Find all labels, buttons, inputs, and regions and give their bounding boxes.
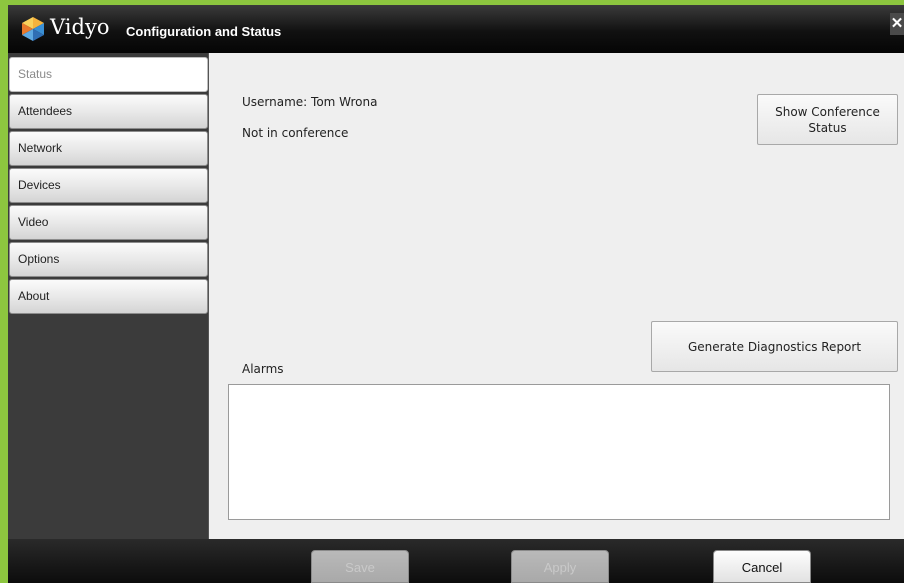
apply-button[interactable]: Apply: [511, 550, 609, 583]
footer-bar: Save Apply Cancel: [8, 539, 904, 583]
alarms-label: Alarms: [242, 362, 284, 376]
config-window: Vidyo Configuration and Status ✕ Status …: [8, 5, 904, 583]
cancel-button[interactable]: Cancel: [713, 550, 811, 583]
sidebar: Status Attendees Network Devices Video O…: [8, 53, 209, 539]
conference-state-text: Not in conference: [242, 126, 349, 140]
alarms-list[interactable]: [228, 384, 890, 520]
sidebar-item-about[interactable]: About: [9, 279, 208, 314]
vidyo-logo-icon: [22, 17, 44, 41]
show-conference-status-label: Show Conference Status: [775, 104, 880, 135]
sidebar-item-devices[interactable]: Devices: [9, 168, 208, 203]
sidebar-item-options[interactable]: Options: [9, 242, 208, 277]
sidebar-item-attendees[interactable]: Attendees: [9, 94, 208, 129]
sidebar-item-network[interactable]: Network: [9, 131, 208, 166]
username-text: Username: Tom Wrona: [242, 95, 378, 109]
title-bar: Vidyo Configuration and Status ✕: [8, 5, 904, 53]
sidebar-item-video[interactable]: Video: [9, 205, 208, 240]
close-icon[interactable]: ✕: [890, 13, 904, 35]
status-panel: Username: Tom Wrona Not in conference Sh…: [210, 53, 904, 539]
sidebar-item-status[interactable]: Status: [9, 57, 208, 92]
generate-diagnostics-button[interactable]: Generate Diagnostics Report: [651, 321, 898, 372]
generate-diagnostics-label: Generate Diagnostics Report: [687, 339, 862, 354]
window-title: Configuration and Status: [126, 24, 282, 39]
show-conference-status-button[interactable]: Show Conference Status: [757, 94, 898, 145]
save-button[interactable]: Save: [311, 550, 409, 583]
brand-name: Vidyo: [50, 15, 110, 39]
